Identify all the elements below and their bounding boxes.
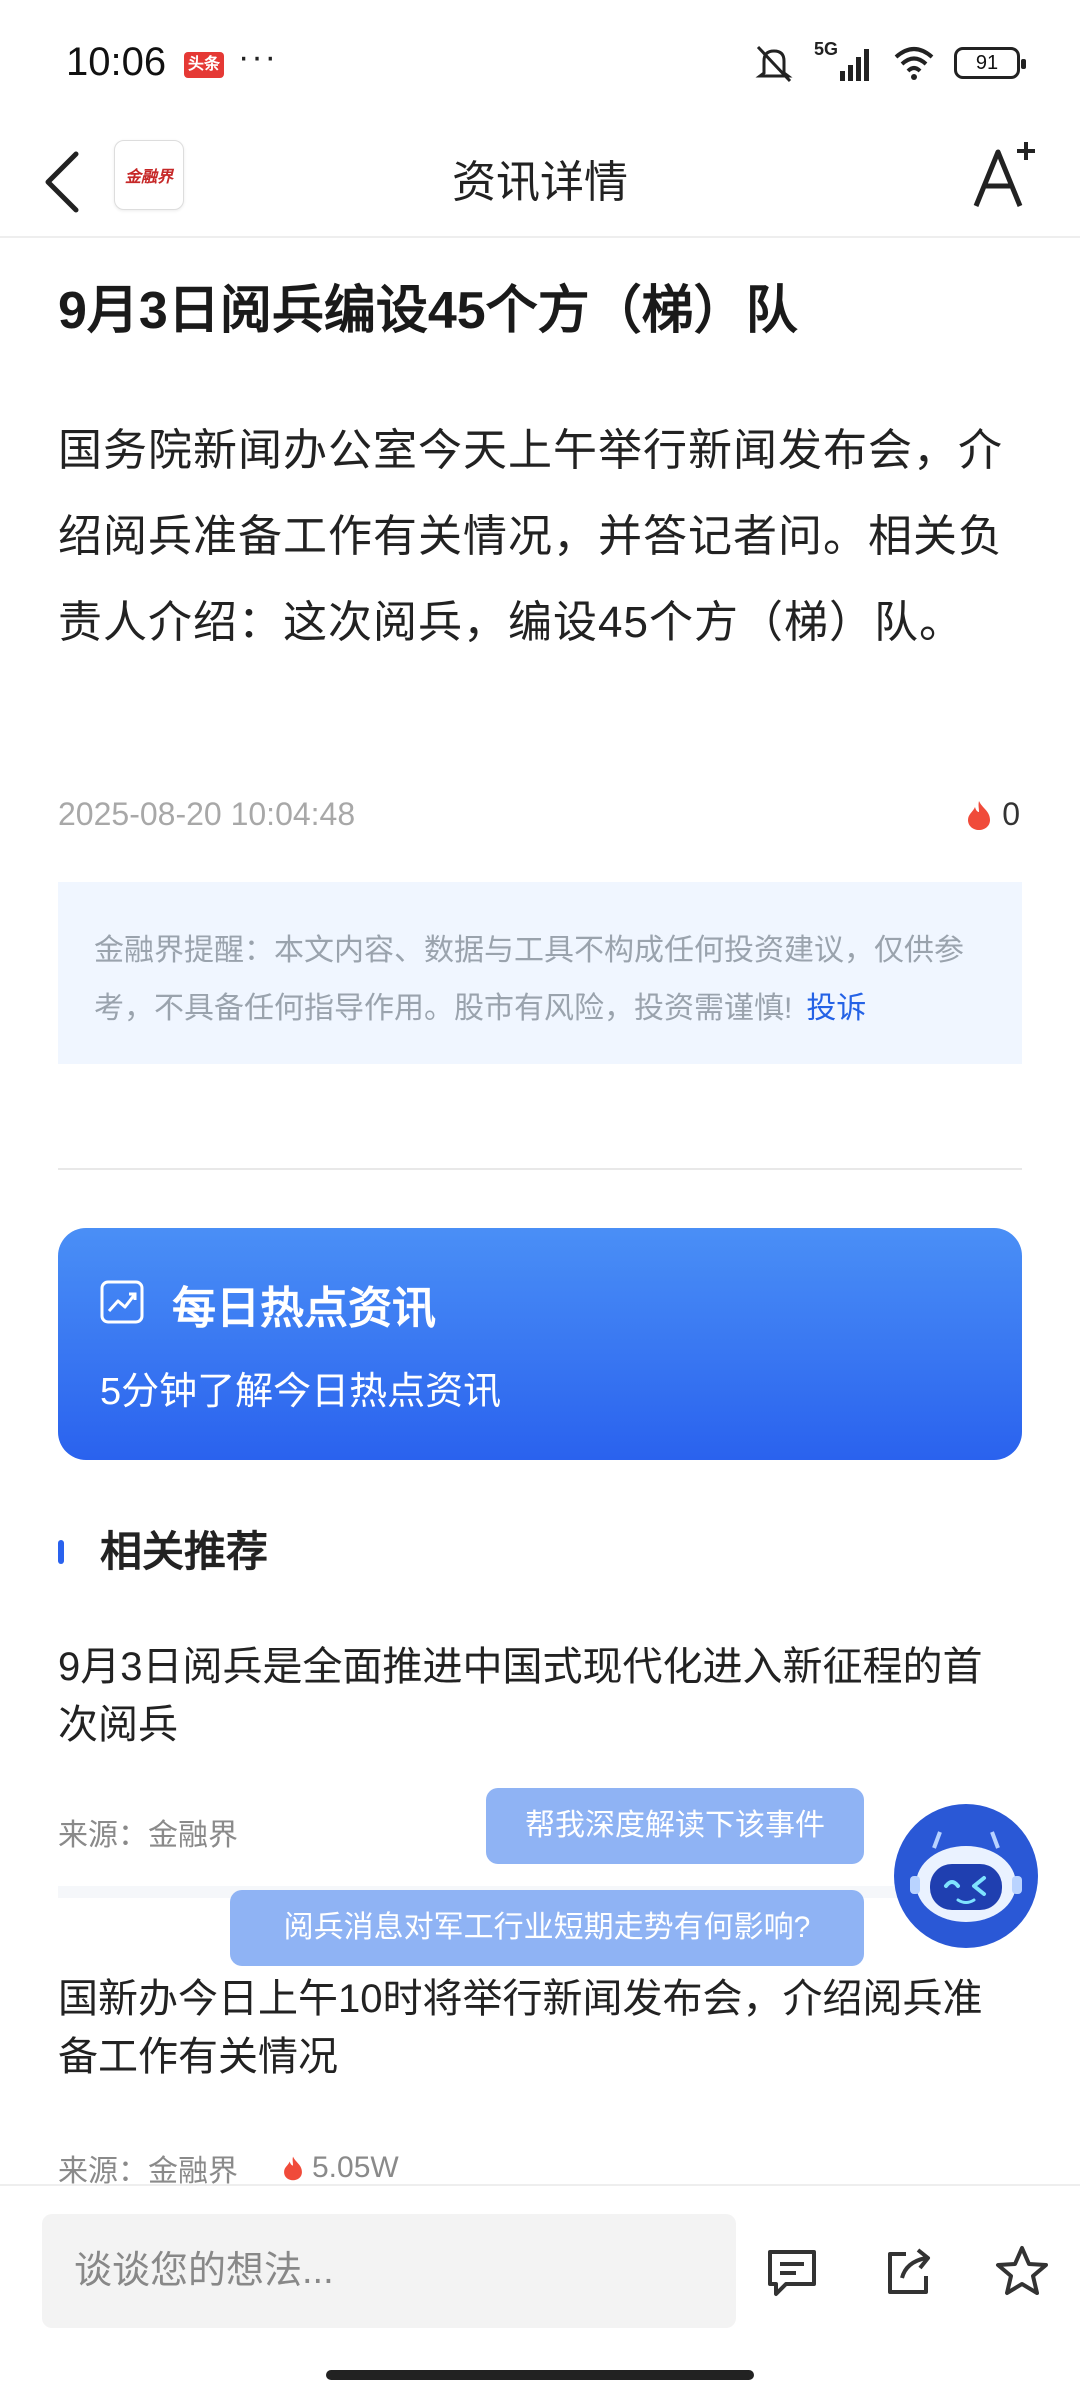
wifi-icon [894,47,934,80]
source-label: 来源：金融界 [58,1819,238,1852]
battery-indicator: 91 [954,47,1026,79]
toutiao-badge: 头条 [184,52,224,78]
disclaimer-box: 金融界提醒：本文内容、数据与工具不构成任何投资建议，仅供参考，不具备任何指导作用… [58,882,1022,1064]
daily-hot-banner[interactable]: 每日热点资讯 5分钟了解今日热点资讯 [58,1228,1022,1460]
comment-icon[interactable] [764,2244,820,2300]
mute-icon [755,45,793,83]
complain-link[interactable]: 投诉 [806,992,866,1025]
banner-title: 每日热点资讯 [172,1284,436,1333]
article-datetime: 2025-08-20 10:04:48 [58,796,356,832]
hot-counter: 0 [966,796,1020,833]
share-icon[interactable] [880,2244,936,2300]
banner-subtitle: 5分钟了解今日热点资讯 [100,1371,502,1413]
ai-suggestion-chip[interactable]: 帮我深度解读下该事件 [486,1788,864,1864]
home-indicator[interactable] [326,2370,754,2380]
flame-icon [968,800,991,830]
system-icons: 5G 91 [752,39,1026,86]
related-item-title[interactable]: 国新办今日上午10时将举行新闻发布会，介绍阅兵准备工作有关情况 [58,1970,1022,2086]
notification-more-icon: ··· [238,38,278,76]
clock: 10:06 [66,40,167,84]
top-nav: 金融界 资讯详情 [0,128,1080,238]
favorite-star-icon[interactable] [994,2244,1050,2300]
article-body: 国务院新闻办公室今天上午举行新闻发布会，介绍阅兵准备工作有关情况，并答记者问。相… [58,426,1003,647]
status-bar: 10:06 头条 ··· 5G 91 [0,0,1080,128]
ai-suggestion-chip[interactable]: 阅兵消息对军工行业短期走势有何影响? [230,1890,864,1966]
related-item-title[interactable]: 9月3日阅兵是全面推进中国式现代化进入新征程的首次阅兵 [58,1638,1022,1754]
page-title: 资讯详情 [452,158,628,207]
related-item-source: 来源：金融界 [58,1810,238,1854]
related-hot: 5.05W [282,2151,399,2185]
section-marker [58,1540,64,1564]
font-size-icon[interactable] [970,138,1040,218]
hot-count: 0 [1002,796,1020,832]
battery-level: 91 [975,51,999,74]
divider [58,1168,1022,1170]
related-heading: 相关推荐 [100,1528,269,1575]
comment-input[interactable]: 谈谈您的想法... [42,2214,736,2328]
article-title: 9月3日阅兵编设45个方（梯）队 [58,282,798,340]
signal-icon: 5G [814,39,874,83]
flame-icon [284,2156,302,2181]
robot-assistant-icon[interactable] [894,1804,1038,1948]
trend-chart-icon [100,1280,144,1324]
hot-count: 5.05W [312,2151,399,2184]
